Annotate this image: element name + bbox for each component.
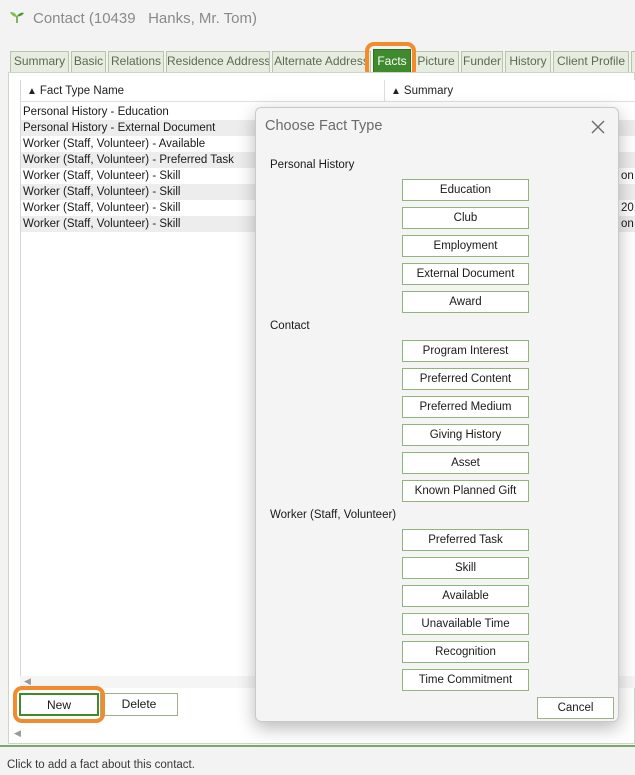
tab-funder[interactable]: Funder — [461, 51, 503, 72]
tab-history[interactable]: History — [505, 51, 551, 72]
fact-option-club[interactable]: Club — [402, 207, 529, 229]
panel-horizontal-scrollbar[interactable]: ◀ — [8, 728, 635, 740]
column-header-summary[interactable]: ▲ Summary — [385, 80, 635, 102]
tab-basic[interactable]: Basic — [71, 51, 106, 72]
new-fact-button[interactable]: New — [19, 693, 99, 716]
section-label-personal-history: Personal History — [270, 159, 355, 171]
fact-option-employment[interactable]: Employment — [402, 235, 529, 257]
section-label-worker: Worker (Staff, Volunteer) — [270, 509, 397, 521]
tab-picture[interactable]: Picture — [413, 51, 459, 72]
dialog-title: Choose Fact Type — [265, 118, 383, 134]
column-header-fact-type[interactable]: ▲ Fact Type Name — [21, 80, 384, 102]
tab-client-profile[interactable]: Client Profile — [553, 51, 629, 72]
tab-alternate-address[interactable]: Alternate Address — [272, 51, 371, 72]
sprout-icon — [10, 12, 24, 23]
tab-facts[interactable]: Facts — [373, 49, 411, 73]
fact-option-award[interactable]: Award — [402, 291, 529, 313]
sort-up-icon: ▲ — [391, 86, 401, 97]
cancel-button[interactable]: Cancel — [537, 697, 614, 719]
tab-summary[interactable]: Summary — [10, 51, 69, 72]
title-bar: Contact (10439 Hanks, Mr. Tom) — [0, 0, 635, 38]
tab-relations[interactable]: Relations — [108, 51, 164, 72]
tab-residence-address[interactable]: Residence Address — [166, 51, 270, 72]
fact-option-preferred-medium[interactable]: Preferred Medium — [402, 396, 529, 418]
tab-strip: Summary Basic Relations Residence Addres… — [8, 49, 635, 73]
choose-fact-type-dialog: Choose Fact Type Personal History Educat… — [255, 107, 619, 722]
section-label-contact: Contact — [270, 320, 310, 332]
tab-overflow[interactable] — [631, 51, 635, 72]
fact-option-skill[interactable]: Skill — [402, 557, 529, 579]
fact-option-preferred-content[interactable]: Preferred Content — [402, 368, 529, 390]
fact-option-recognition[interactable]: Recognition — [402, 641, 529, 663]
status-bar-text: Click to add a fact about this contact. — [7, 759, 195, 771]
scroll-left-icon[interactable]: ◀ — [14, 728, 21, 739]
fact-option-program-interest[interactable]: Program Interest — [402, 340, 529, 362]
close-icon[interactable] — [588, 117, 608, 137]
sort-up-icon: ▲ — [27, 86, 37, 97]
fact-option-preferred-task[interactable]: Preferred Task — [402, 529, 529, 551]
fact-option-external-document[interactable]: External Document — [402, 263, 529, 285]
status-divider — [0, 745, 635, 747]
fact-option-giving-history[interactable]: Giving History — [402, 424, 529, 446]
scroll-left-icon[interactable]: ◀ — [24, 676, 31, 687]
fact-option-time-commitment[interactable]: Time Commitment — [402, 669, 529, 691]
fact-option-unavailable-time[interactable]: Unavailable Time — [402, 613, 529, 635]
fact-option-known-planned-gift[interactable]: Known Planned Gift — [402, 480, 529, 502]
window-title: Contact (10439 Hanks, Mr. Tom) — [33, 10, 257, 27]
fact-option-asset[interactable]: Asset — [402, 452, 529, 474]
fact-option-education[interactable]: Education — [402, 179, 529, 201]
fact-option-available[interactable]: Available — [402, 585, 529, 607]
delete-fact-button[interactable]: Delete — [100, 693, 178, 716]
